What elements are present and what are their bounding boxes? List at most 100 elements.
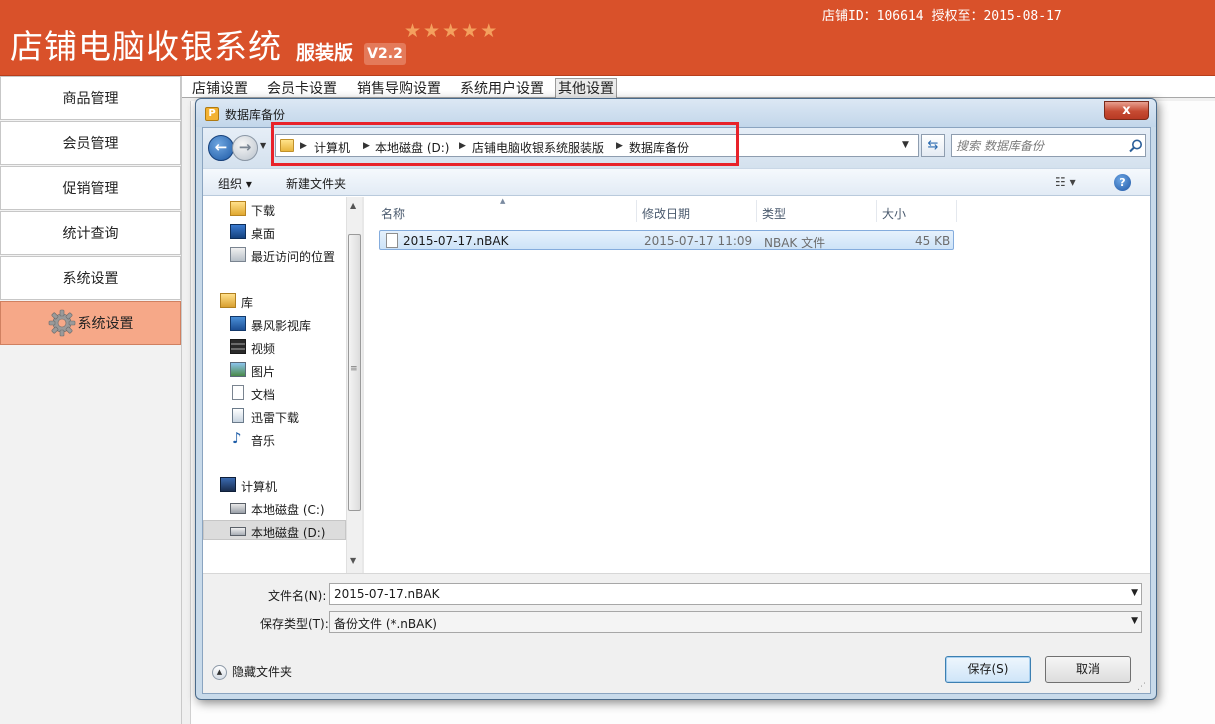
- forward-button[interactable]: →: [232, 135, 258, 161]
- nav-item-label: 视频: [251, 342, 276, 356]
- nav-item-music[interactable]: ♪ 音乐: [203, 429, 346, 449]
- video-library-icon: [230, 316, 246, 331]
- organize-button[interactable]: 组织 ▾: [218, 175, 252, 192]
- picture-icon: [230, 362, 246, 377]
- nav-item-label: 迅雷下载: [251, 411, 300, 425]
- scroll-up-icon[interactable]: ▲: [350, 201, 356, 210]
- chevron-right-icon[interactable]: ▶: [300, 139, 307, 153]
- address-bar[interactable]: ▶ 计算机 ▶ 本地磁盘 (D:) ▶ 店铺电脑收银系统服装版 ▶ 数据库备份 …: [275, 134, 919, 157]
- views-button[interactable]: ☷ ▾: [1055, 175, 1076, 189]
- nav-item-thunder-downloads[interactable]: 迅雷下载: [203, 406, 346, 426]
- sidebar-item-promotion[interactable]: 促销管理: [0, 166, 181, 210]
- file-date: 2015-07-17 11:09: [644, 234, 753, 248]
- column-divider[interactable]: [876, 200, 877, 222]
- nav-item-videos[interactable]: 视频: [203, 337, 346, 357]
- sidebar-item-member[interactable]: 会员管理: [0, 121, 181, 165]
- dialog-titlebar[interactable]: P 数据库备份 x: [196, 99, 1156, 127]
- nav-item-label: 暴风影视库: [251, 319, 312, 333]
- chevron-down-icon[interactable]: ▼: [1131, 588, 1138, 598]
- chevron-down-icon[interactable]: ▼: [1131, 616, 1138, 626]
- hide-folders-toggle[interactable]: ▲ 隐藏文件夹: [212, 663, 292, 680]
- nav-item-label: 库: [241, 296, 254, 310]
- tab-other-settings[interactable]: 其他设置: [555, 78, 617, 98]
- search-input[interactable]: [956, 137, 1124, 154]
- tab-system-user-settings[interactable]: 系统用户设置: [457, 78, 547, 98]
- column-divider[interactable]: [636, 200, 637, 222]
- chevron-right-icon[interactable]: ▶: [459, 139, 466, 153]
- nav-item-label: 图片: [251, 365, 276, 379]
- nav-item-label: 计算机: [241, 480, 278, 494]
- tab-store-settings[interactable]: 店铺设置: [189, 78, 251, 98]
- file-row[interactable]: 2015-07-17.nBAK 2015-07-17 11:09 NBAK 文件…: [379, 230, 954, 250]
- gear-icon: [48, 309, 75, 337]
- nav-item-label: 下载: [251, 204, 276, 218]
- thunder-download-icon: [232, 408, 244, 423]
- help-icon[interactable]: ?: [1114, 174, 1131, 191]
- download-folder-icon: [230, 201, 246, 216]
- nav-pane-scrollbar[interactable]: ▲ ≡ ▼: [346, 197, 362, 573]
- search-icon[interactable]: [1128, 138, 1144, 154]
- chevron-right-icon[interactable]: ▶: [616, 139, 623, 153]
- nav-item-pictures[interactable]: 图片: [203, 360, 346, 380]
- column-divider[interactable]: [956, 200, 957, 222]
- filename-field[interactable]: 2015-07-17.nBAK ▼: [329, 583, 1142, 605]
- filename-value[interactable]: 2015-07-17.nBAK: [334, 587, 439, 601]
- nav-item-libraries[interactable]: 库: [203, 291, 346, 311]
- hide-folders-label: 隐藏文件夹: [232, 665, 293, 679]
- sort-ascending-icon: ▲: [500, 197, 506, 205]
- chevron-down-icon[interactable]: ▼: [902, 140, 909, 150]
- chevron-up-icon: ▲: [212, 665, 227, 680]
- star-icon: ★: [404, 20, 422, 42]
- tab-member-card-settings[interactable]: 会员卡设置: [264, 78, 340, 98]
- nav-item-documents[interactable]: 文档: [203, 383, 346, 403]
- sidebar-item-settings-active[interactable]: 系统设置: [0, 301, 181, 345]
- drive-c-icon: [230, 503, 246, 514]
- file-list: ▲ 名称 修改日期 类型 大小 2015-07-17.nBAK 2015-07-…: [364, 197, 1150, 573]
- column-header-size[interactable]: 大小: [882, 205, 906, 222]
- column-divider[interactable]: [756, 200, 757, 222]
- sidebar-item-settings[interactable]: 系统设置: [0, 256, 181, 300]
- breadcrumb-drive-d[interactable]: 本地磁盘 (D:): [375, 139, 449, 156]
- save-button[interactable]: 保存(S): [945, 656, 1031, 683]
- nav-item-downloads[interactable]: 下载: [203, 199, 346, 219]
- rating-stars: ★ ★ ★ ★ ★: [404, 22, 497, 41]
- nav-item-desktop[interactable]: 桌面: [203, 222, 346, 242]
- history-dropdown[interactable]: ▼: [260, 142, 268, 150]
- column-header-name[interactable]: 名称: [381, 205, 405, 222]
- search-box[interactable]: [951, 134, 1146, 157]
- column-header-date[interactable]: 修改日期: [642, 205, 690, 222]
- breadcrumb-computer[interactable]: 计算机: [314, 139, 350, 156]
- nav-item-label: 本地磁盘 (C:): [251, 503, 325, 517]
- sidebar-item-statistics[interactable]: 统计查询: [0, 211, 181, 255]
- nav-item-video-library[interactable]: 暴风影视库: [203, 314, 346, 334]
- grip-icon: ≡: [350, 364, 358, 374]
- back-button[interactable]: ←: [208, 135, 234, 161]
- scroll-down-icon[interactable]: ▼: [350, 556, 356, 565]
- filename-label: 文件名(N):: [268, 589, 327, 603]
- nav-item-drive-c[interactable]: 本地磁盘 (C:): [203, 498, 346, 518]
- app-header: 店铺电脑收银系统 服装版 V2.2 ★ ★ ★ ★ ★ 店铺ID：106614 …: [0, 0, 1215, 76]
- star-icon: ★: [442, 20, 460, 42]
- close-button[interactable]: x: [1104, 101, 1149, 120]
- recent-places-icon: [230, 247, 246, 262]
- sidebar-item-product[interactable]: 商品管理: [0, 76, 181, 120]
- tab-sales-guide-settings[interactable]: 销售导购设置: [354, 78, 444, 98]
- cancel-button[interactable]: 取消: [1045, 656, 1131, 683]
- column-header-type[interactable]: 类型: [762, 205, 786, 222]
- breadcrumb-app-folder[interactable]: 店铺电脑收银系统服装版: [472, 139, 604, 156]
- filetype-select[interactable]: 备份文件 (*.nBAK) ▼: [329, 611, 1142, 633]
- new-folder-button[interactable]: 新建文件夹: [286, 175, 346, 192]
- file-name: 2015-07-17.nBAK: [403, 234, 509, 248]
- file-size: 45 KB: [915, 234, 951, 248]
- file-icon: [386, 233, 398, 248]
- save-form: 文件名(N): 2015-07-17.nBAK ▼ 保存类型(T): 备份文件 …: [203, 573, 1150, 693]
- nav-item-computer[interactable]: 计算机: [203, 475, 346, 495]
- nav-item-recent[interactable]: 最近访问的位置: [203, 245, 346, 265]
- arrow-right-icon: →: [238, 138, 252, 156]
- nav-item-drive-d[interactable]: 本地磁盘 (D:): [203, 520, 346, 540]
- chevron-right-icon[interactable]: ▶: [363, 139, 370, 153]
- breadcrumb-backup-folder[interactable]: 数据库备份: [629, 139, 689, 156]
- resize-grip-icon[interactable]: ⋰: [1137, 682, 1146, 692]
- desktop-icon: [230, 224, 246, 239]
- refresh-button[interactable]: ⇆: [921, 134, 945, 157]
